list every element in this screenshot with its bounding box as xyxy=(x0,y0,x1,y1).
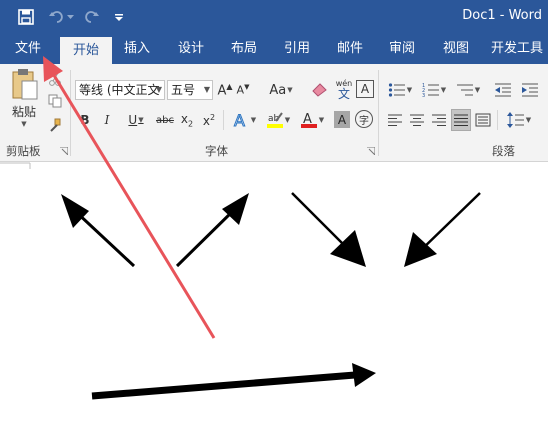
arrow-down-right xyxy=(291,192,366,267)
red-annotation-arrow xyxy=(43,56,216,339)
arrow-up-right xyxy=(175,193,249,268)
arrow-up-left xyxy=(61,194,136,268)
annotation-layer xyxy=(43,56,481,400)
arrow-right xyxy=(91,363,376,400)
arrow-down-left xyxy=(404,192,481,267)
